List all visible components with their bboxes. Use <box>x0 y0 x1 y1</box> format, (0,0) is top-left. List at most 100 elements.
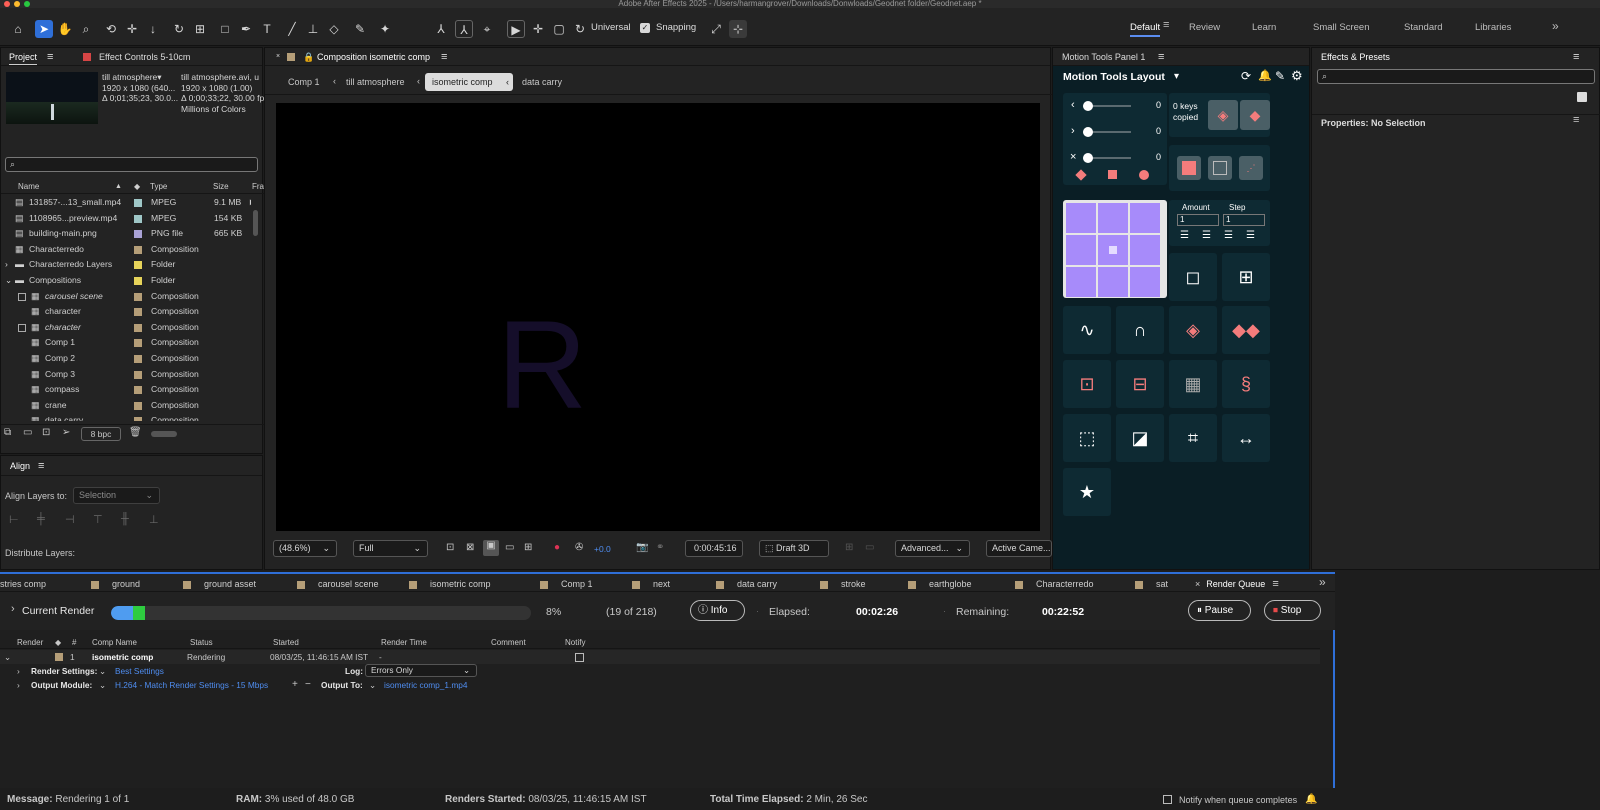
solid-layer-icon[interactable] <box>1177 156 1201 180</box>
expand-chevron-icon[interactable]: ⌄ <box>4 650 11 664</box>
close-tab-icon[interactable]: × <box>1195 579 1200 589</box>
anchor-cell[interactable] <box>1130 203 1160 233</box>
label-color-swatch[interactable] <box>134 245 142 254</box>
move-gizmo-icon[interactable]: ✛ <box>529 20 547 38</box>
mask-visibility-icon[interactable]: ▭ <box>505 542 514 553</box>
new-bin-icon[interactable] <box>1577 92 1587 102</box>
workspace-small-screen[interactable]: Small Screen <box>1313 22 1370 33</box>
current-time-display[interactable]: 0:00:45:16 <box>685 540 743 557</box>
hand-tool-icon[interactable]: ✋ <box>56 20 74 38</box>
align-top-icon[interactable]: ⊤ <box>93 513 103 526</box>
effects-search-input[interactable]: ⌕ <box>1317 69 1595 84</box>
timeline-tab[interactable]: stries comp <box>0 574 46 594</box>
timeline-tab[interactable]: sat <box>1135 574 1168 594</box>
timeline-tab[interactable]: ground asset <box>183 574 256 594</box>
timeline-tab[interactable]: next <box>632 574 670 594</box>
project-item[interactable]: ▦ character Composition <box>1 304 251 320</box>
auto-bezier-keyframe-icon[interactable] <box>1139 170 1149 180</box>
step-input[interactable]: 1 <box>1223 214 1265 226</box>
more-tabs-icon[interactable]: » <box>1319 575 1326 589</box>
rotate-gizmo-icon[interactable]: ↻ <box>571 20 589 38</box>
label-color-swatch[interactable] <box>134 323 142 332</box>
mirror-keys-icon[interactable]: ◆◆ <box>1222 306 1270 354</box>
project-item[interactable]: ▦ carousel scene Composition <box>1 289 251 305</box>
snap-grid-icon[interactable]: ⊹ <box>729 20 747 38</box>
bounce-icon[interactable]: ∩ <box>1116 306 1164 354</box>
lock-icon[interactable]: 🔒 <box>303 48 314 66</box>
col-comment[interactable]: Comment <box>491 636 526 649</box>
breadcrumb-isometric-comp[interactable]: isometric comp ‹ <box>425 73 513 91</box>
local-axis-icon[interactable]: ⅄ <box>432 20 450 38</box>
ease-both-icon[interactable]: × <box>1070 151 1076 163</box>
timeline-tab[interactable]: earthglobe <box>908 574 972 594</box>
crop-icon[interactable]: ⌗ <box>1169 414 1217 462</box>
zoom-tool-icon[interactable]: ⌕ <box>77 20 95 38</box>
clone-stamp-tool-icon[interactable]: ⊥ <box>304 20 322 38</box>
copy-keys-icon[interactable]: ◈ <box>1208 100 1238 130</box>
label-color-swatch[interactable] <box>134 401 142 410</box>
timeline-tab[interactable]: Comp 1 <box>540 574 593 594</box>
ease-out-slider[interactable] <box>1083 127 1131 137</box>
null-layer-icon[interactable]: ⋰ <box>1239 156 1263 180</box>
col-started[interactable]: Started <box>273 636 299 649</box>
workspace-standard[interactable]: Standard <box>1404 22 1443 33</box>
hold-keyframe-icon[interactable] <box>1108 170 1117 179</box>
preview-name[interactable]: till atmosphere▾ <box>102 72 178 83</box>
sort-ascending-icon[interactable]: ▲ <box>115 180 122 194</box>
scale-gizmo-icon[interactable]: ▢ <box>550 20 568 38</box>
snapping-checkbox[interactable]: ✓ <box>640 23 650 33</box>
parent-layer-icon[interactable]: ⊡ <box>1063 360 1111 408</box>
anchor-cell[interactable] <box>1098 235 1128 265</box>
rotation-tool-icon[interactable]: ↻ <box>170 20 188 38</box>
layout-chevron-icon[interactable]: ▾ <box>1174 71 1179 82</box>
zoom-window-button[interactable] <box>24 1 30 7</box>
breadcrumb-comp1[interactable]: Comp 1 <box>288 77 320 87</box>
universal-selection-icon[interactable]: ▶ <box>507 20 525 38</box>
anchor-cell[interactable] <box>1130 267 1160 297</box>
properties-menu-icon[interactable]: ≡ <box>1573 114 1579 126</box>
ease-in-slider[interactable] <box>1083 101 1131 111</box>
refresh-icon[interactable]: ⟳ <box>1241 69 1251 83</box>
view-axis-icon[interactable]: ⌖ <box>478 20 496 38</box>
brush-tool-icon[interactable]: ╱ <box>283 20 301 38</box>
label-color-swatch[interactable] <box>134 386 142 395</box>
3d-ground-plane-icon[interactable]: ⊞ <box>845 542 853 553</box>
project-item[interactable]: ▤ 131857-...13_small.mp4 MPEG 9.1 MB ⧓ <box>1 195 251 211</box>
snap-options-icon[interactable]: ⤢ <box>707 20 725 38</box>
motion-tools-layout-label[interactable]: Motion Tools Layout <box>1063 71 1165 83</box>
viewer-text-layer[interactable]: R <box>497 303 587 428</box>
interpret-footage-icon[interactable]: ⧉ <box>4 427 11 438</box>
tab-project[interactable]: Project <box>9 50 38 65</box>
label-color-swatch[interactable] <box>134 277 142 285</box>
show-snapshot-icon[interactable]: ⚭ <box>656 542 664 553</box>
chevron-right-icon[interactable]: › <box>11 603 15 615</box>
workspace-menu-icon[interactable]: ≡ <box>1163 19 1169 31</box>
output-to-value[interactable]: isometric comp_1.mp4 <box>384 678 467 692</box>
shape-layer-icon[interactable] <box>1208 156 1232 180</box>
anchor-cell[interactable] <box>1130 235 1160 265</box>
render-queue-item[interactable]: ⌄ 1 isometric comp Rendering 08/03/25, 1… <box>0 650 1320 664</box>
col-name[interactable]: Name <box>18 180 39 194</box>
col-render[interactable]: Render <box>17 636 43 649</box>
orbit-camera-icon[interactable]: ⟲ <box>102 20 120 38</box>
project-item[interactable]: ▦ Comp 1 Composition <box>1 335 251 351</box>
amount-input[interactable]: 1 <box>1177 214 1219 226</box>
fast-previews-icon[interactable]: ⊡ <box>446 542 454 553</box>
keyframe-scatter-icon[interactable]: ◈ <box>1169 306 1217 354</box>
notification-bell-icon[interactable]: 🔔 <box>1305 790 1317 810</box>
renderer-dropdown[interactable]: Advanced... ⌄ <box>895 540 970 557</box>
disclosure-triangle-icon[interactable]: ⌄ <box>5 273 12 289</box>
align-bottom-icon[interactable]: ⊥ <box>149 513 159 526</box>
add-output-module-icon[interactable]: + <box>292 678 298 692</box>
snapshot-camera-icon[interactable]: 📷 <box>636 542 648 553</box>
selection-tool-icon[interactable]: ➤ <box>35 20 53 38</box>
settings-gear-icon[interactable]: ⚙ <box>1291 68 1303 84</box>
project-item[interactable]: ⌄ ▬ Compositions Folder <box>1 273 251 289</box>
render-queue-menu-icon[interactable]: ≡ <box>1272 578 1278 590</box>
align-left-icon[interactable]: ⊢ <box>9 513 19 526</box>
breadcrumb-till-atmosphere[interactable]: till atmosphere <box>346 77 405 87</box>
chevron-down-icon[interactable]: ⌄ <box>99 664 106 678</box>
favorite-script-icon[interactable]: ★ <box>1063 468 1111 516</box>
label-color-swatch[interactable] <box>134 355 142 363</box>
shape-bounds-icon[interactable]: ◻ <box>1169 253 1217 301</box>
